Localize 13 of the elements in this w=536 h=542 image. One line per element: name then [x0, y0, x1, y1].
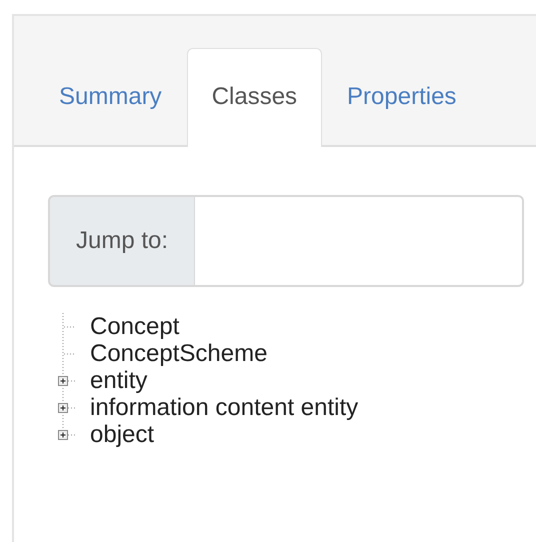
tree-item[interactable]: information content entity [90, 394, 358, 421]
tab[interactable]: Properties [322, 48, 482, 147]
tab[interactable]: Summary [34, 48, 187, 147]
tab[interactable]: Classes [186, 48, 322, 147]
jump-to-field[interactable] [195, 195, 524, 287]
tree-item[interactable]: Concept [90, 313, 180, 340]
jump-to-label: Jump to: [48, 195, 196, 287]
expand-icon[interactable] [58, 430, 68, 440]
expand-icon[interactable] [58, 376, 68, 386]
tree-item[interactable]: object [90, 421, 154, 448]
tree-item[interactable]: entity [90, 367, 148, 394]
tree-item[interactable]: ConceptScheme [90, 340, 268, 367]
expand-icon[interactable] [58, 403, 68, 413]
